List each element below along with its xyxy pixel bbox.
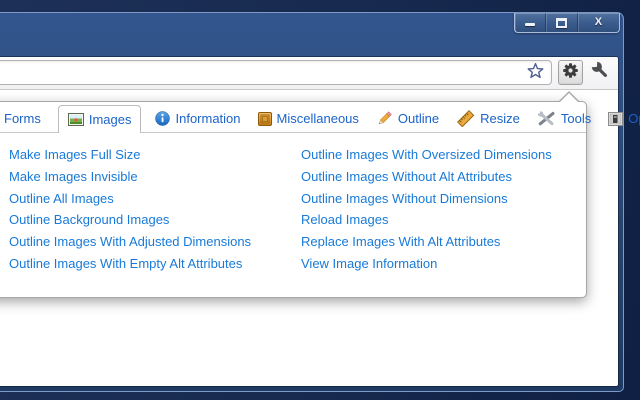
menu-item[interactable]: Make Images Invisible [9, 166, 301, 188]
ruler-icon [456, 110, 475, 127]
tab-resize[interactable]: Resize [456, 110, 520, 127]
address-bar-input[interactable] [0, 60, 552, 85]
menu-item[interactable]: Outline All Images [9, 188, 301, 210]
tab-label: Resize [480, 111, 520, 126]
screen: X Forms Images Information Miscellaneous… [0, 0, 640, 400]
tab-label: Miscellaneous [276, 111, 359, 126]
wrench-icon [591, 61, 610, 85]
popup-arrow-fill [560, 93, 578, 102]
tools-icon [537, 111, 556, 126]
tab-information[interactable]: Information [155, 111, 241, 126]
close-icon: X [594, 16, 603, 28]
information-icon [155, 111, 171, 126]
menu-column-left: Make Images Full Size Make Images Invisi… [9, 144, 301, 275]
images-icon [67, 113, 84, 126]
menu-item[interactable]: Reload Images [301, 209, 586, 231]
menu-item[interactable]: View Image Information [301, 253, 586, 275]
tab-label: Images [88, 112, 132, 127]
tab-tools[interactable]: Tools [537, 111, 591, 126]
browser-menu-button[interactable] [588, 60, 612, 85]
bookmark-star-button[interactable] [524, 61, 546, 85]
popup-menu: Make Images Full Size Make Images Invisi… [0, 133, 586, 275]
tab-forms[interactable]: Forms [4, 111, 41, 126]
menu-item[interactable]: Make Images Full Size [9, 144, 301, 166]
menu-column-right: Outline Images With Oversized Dimensions… [301, 144, 586, 275]
maximize-icon [556, 17, 568, 28]
menu-item[interactable]: Outline Images Without Alt Attributes [301, 166, 586, 188]
popup-tab-bar: Forms Images Information Miscellaneous O… [0, 102, 640, 133]
tab-outline[interactable]: Outline [376, 110, 439, 127]
tab-options[interactable]: Options [608, 111, 640, 126]
menu-item[interactable]: Outline Images With Empty Alt Attributes [9, 253, 301, 275]
menu-item[interactable]: Outline Images Without Dimensions [301, 188, 586, 210]
tab-miscellaneous[interactable]: Miscellaneous [257, 111, 359, 126]
tab-label: Forms [4, 111, 41, 126]
tab-label: Outline [397, 111, 440, 126]
tab-images[interactable]: Images [57, 105, 142, 133]
tab-label: Tools [560, 111, 592, 126]
minimize-icon [525, 23, 536, 26]
miscellaneous-icon [257, 111, 272, 126]
tab-label: Options [628, 111, 640, 126]
options-icon [608, 111, 624, 126]
minimize-button[interactable] [515, 13, 547, 32]
menu-item[interactable]: Outline Background Images [9, 209, 301, 231]
menu-item[interactable]: Outline Images With Oversized Dimensions [301, 144, 586, 166]
window-controls: X [514, 13, 620, 33]
tab-label: Information [175, 111, 241, 126]
menu-item[interactable]: Outline Images With Adjusted Dimensions [9, 231, 301, 253]
pencil-icon [376, 110, 393, 127]
web-developer-extension-button[interactable] [558, 60, 583, 85]
maximize-button[interactable] [546, 13, 578, 32]
star-icon [527, 62, 544, 84]
gear-icon [562, 62, 579, 84]
close-button[interactable]: X [578, 13, 619, 32]
browser-toolbar [0, 57, 618, 90]
web-developer-popup: Forms Images Information Miscellaneous O… [0, 101, 640, 298]
menu-item[interactable]: Replace Images With Alt Attributes [301, 231, 586, 253]
